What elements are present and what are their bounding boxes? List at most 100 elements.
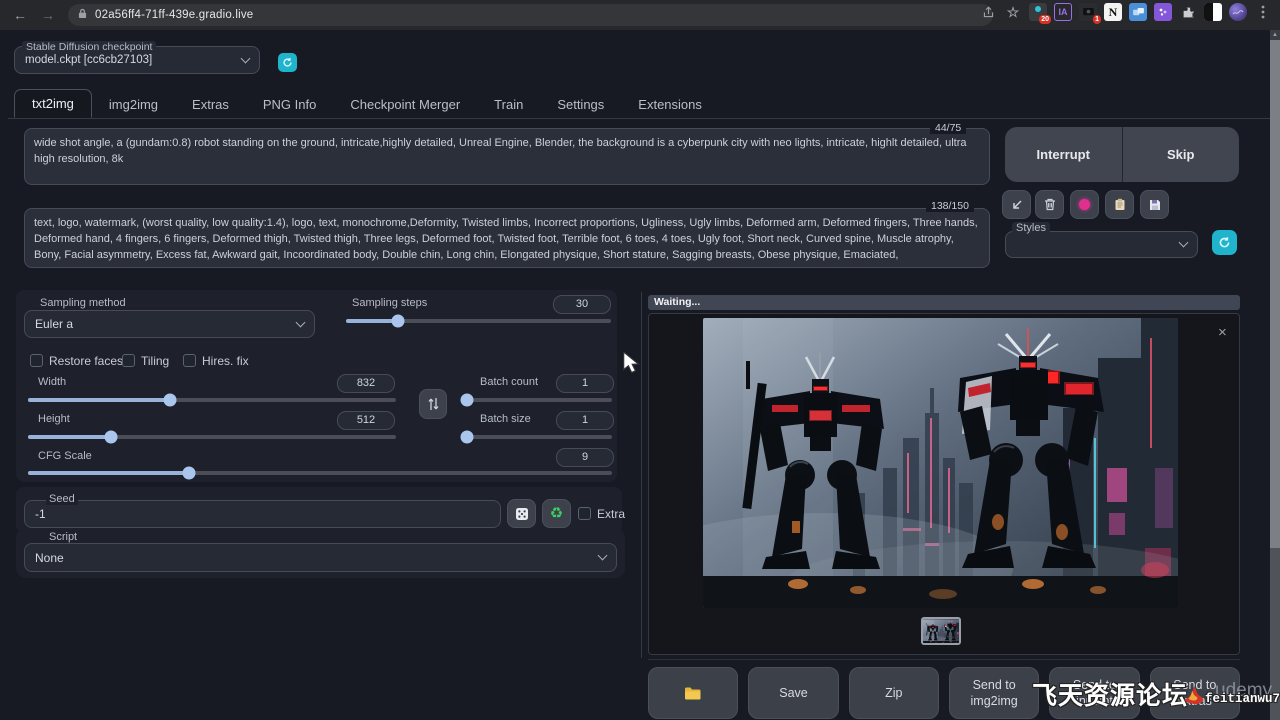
scrollbar-track[interactable]: ▲ (1270, 30, 1280, 720)
script-dropdown[interactable]: None (24, 543, 617, 572)
reuse-seed-button[interactable]: ♻ (542, 499, 571, 528)
forward-icon[interactable]: → (40, 7, 56, 23)
prompt-token-counter: 44/75 (930, 122, 966, 134)
tab-txt2img[interactable]: txt2img (14, 89, 92, 118)
skip-button[interactable]: Skip (1123, 127, 1240, 182)
extra-networks-button[interactable] (1070, 190, 1099, 219)
sampling-steps-value[interactable]: 30 (553, 295, 611, 314)
checkpoint-value: model.ckpt [cc6cb27103] (25, 54, 152, 66)
extension-purple-icon[interactable] (1154, 3, 1172, 21)
swap-dimensions-button[interactable] (419, 389, 447, 419)
negative-prompt-textarea[interactable]: text, logo, watermark, (worst quality, l… (24, 208, 990, 268)
checkpoint-refresh-button[interactable] (278, 53, 297, 72)
extension-ia-icon[interactable]: IA (1054, 3, 1072, 21)
close-icon[interactable]: × (1218, 324, 1227, 341)
restore-faces-label: Restore faces (49, 354, 123, 368)
script-label: Script (46, 531, 80, 543)
extension-notion-icon[interactable]: N (1104, 3, 1122, 21)
send-to-inpaint-button[interactable]: Send to inpaint (1049, 667, 1139, 719)
prompt-textarea[interactable]: wide shot angle, a (gundam:0.8) robot st… (24, 128, 990, 185)
generated-image[interactable] (703, 318, 1178, 608)
share-icon[interactable] (979, 3, 997, 21)
slider-handle[interactable] (164, 394, 177, 407)
sampling-steps-slider[interactable] (346, 319, 611, 323)
cfg-scale-value[interactable]: 9 (556, 448, 614, 467)
save-style-button[interactable] (1140, 190, 1169, 219)
batch-size-label: Batch size (480, 413, 531, 425)
batch-count-value[interactable]: 1 (556, 374, 614, 393)
tab-train[interactable]: Train (477, 91, 540, 118)
chevron-down-icon (1179, 238, 1189, 248)
seed-input[interactable]: -1 (24, 500, 501, 528)
clear-prompt-button[interactable] (1035, 190, 1064, 219)
extension-adblock-icon[interactable]: 20 (1029, 3, 1047, 21)
seed-extra-checkbox[interactable] (578, 507, 591, 520)
tab-extras[interactable]: Extras (175, 91, 246, 118)
slider-handle[interactable] (105, 431, 118, 444)
tiling-checkbox[interactable] (122, 354, 135, 367)
chevron-down-icon (296, 317, 306, 327)
tab-png-info[interactable]: PNG Info (246, 91, 333, 118)
slider-handle[interactable] (183, 467, 196, 480)
tab-underline (8, 118, 1272, 119)
styles-refresh-button[interactable] (1212, 230, 1237, 255)
open-folder-button[interactable] (648, 667, 738, 719)
sampling-method-dropdown[interactable]: Euler a (24, 310, 315, 338)
script-value: None (35, 551, 64, 565)
profile-avatar[interactable] (1229, 3, 1247, 21)
lock-icon (78, 6, 87, 24)
sampling-method-value: Euler a (35, 317, 73, 331)
url-bar[interactable]: 02a56ff4-71ff-439e.gradio.live (68, 4, 993, 26)
batch-size-slider[interactable] (467, 435, 612, 439)
menu-dots-icon[interactable] (1254, 3, 1272, 21)
tiling-label: Tiling (141, 354, 169, 368)
batch-size-value[interactable]: 1 (556, 411, 614, 430)
extension-contrast-icon[interactable] (1204, 3, 1222, 21)
clipboard-icon (1114, 198, 1126, 211)
styles-label: Styles (1012, 222, 1050, 234)
checkpoint-label: Stable Diffusion checkpoint (22, 41, 156, 53)
tab-img2img[interactable]: img2img (92, 91, 175, 118)
width-value[interactable]: 832 (337, 374, 395, 393)
scrollbar-up-arrow[interactable]: ▲ (1270, 30, 1280, 40)
gallery-thumbnail[interactable] (921, 617, 961, 645)
slider-handle[interactable] (461, 431, 474, 444)
tab-checkpoint-merger[interactable]: Checkpoint Merger (333, 91, 477, 118)
slider-handle[interactable] (461, 394, 474, 407)
extension-camera-icon[interactable]: 1 (1079, 3, 1097, 21)
width-slider[interactable] (28, 398, 396, 402)
scrollbar-thumb[interactable] (1270, 40, 1280, 548)
height-value[interactable]: 512 (337, 411, 395, 430)
cfg-scale-label: CFG Scale (38, 450, 92, 462)
tab-settings[interactable]: Settings (540, 91, 621, 118)
batch-count-slider[interactable] (467, 398, 612, 402)
refresh-icon (282, 57, 293, 68)
dice-icon (515, 507, 529, 521)
cfg-scale-slider[interactable] (28, 471, 612, 475)
back-icon[interactable]: ← (12, 7, 28, 23)
screen: ← → 02a56ff4-71ff-439e.gradio.live ☆ 20 … (0, 0, 1280, 720)
sampling-method-label: Sampling method (36, 297, 130, 309)
extensions-puzzle-icon[interactable] (1179, 3, 1197, 21)
zip-button[interactable]: Zip (849, 667, 939, 719)
height-slider[interactable] (28, 435, 396, 439)
bookmark-star-icon[interactable]: ☆ (1004, 3, 1022, 21)
tab-extensions[interactable]: Extensions (621, 91, 719, 118)
send-to-extras-button[interactable]: Send to extras (1150, 667, 1240, 719)
apply-style-button[interactable] (1105, 190, 1134, 219)
styles-dropdown[interactable] (1005, 231, 1198, 258)
prompt-text: wide shot angle, a (gundam:0.8) robot st… (34, 137, 967, 165)
paste-generation-params-button[interactable] (1002, 190, 1031, 219)
save-button[interactable]: Save (748, 667, 838, 719)
send-to-img2img-button[interactable]: Send to img2img (949, 667, 1039, 719)
refresh-icon (1218, 236, 1231, 249)
random-seed-button[interactable] (507, 499, 536, 528)
extension-screenshot-icon[interactable] (1129, 3, 1147, 21)
hires-fix-checkbox[interactable] (183, 354, 196, 367)
restore-faces-checkbox[interactable] (30, 354, 43, 367)
batch-count-label: Batch count (480, 376, 538, 388)
output-button-row: Save Zip Send to img2img Send to inpaint… (648, 667, 1240, 719)
interrupt-button[interactable]: Interrupt (1005, 127, 1123, 182)
slider-handle[interactable] (391, 315, 404, 328)
progress-text: Waiting... (654, 296, 700, 308)
